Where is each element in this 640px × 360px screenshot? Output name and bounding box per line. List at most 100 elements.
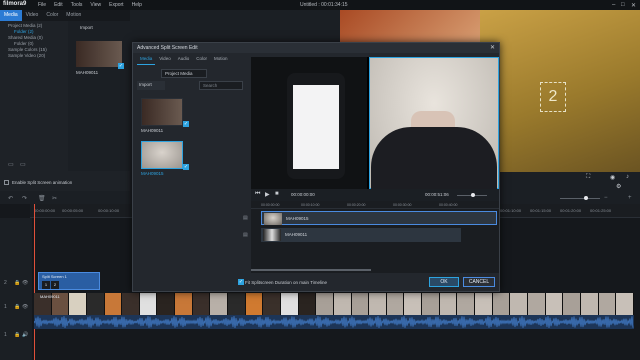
split-screen-clip[interactable]: Split Screen 1 1 2 <box>38 272 100 290</box>
split-clip-badge-2: 2 <box>51 281 59 289</box>
zoom-slider-handle[interactable] <box>584 196 588 200</box>
menu-tools[interactable]: Tools <box>71 2 83 8</box>
zoom-slider[interactable] <box>560 198 600 199</box>
import-button[interactable]: Import <box>80 25 93 30</box>
zoom-out-icon[interactable]: − <box>604 195 608 201</box>
video-frame-thumbnail <box>475 293 493 315</box>
previous-frame-icon[interactable]: ⏮ <box>255 191 260 198</box>
folder-sample-video[interactable]: Sample Video (20) <box>8 53 45 58</box>
folder-shared-media[interactable]: Shared Media (0) <box>8 35 43 40</box>
timeline-playhead[interactable] <box>34 204 35 360</box>
split-animation-checkbox[interactable] <box>4 180 9 185</box>
folder-sample-colors[interactable]: Sample Colors (15) <box>8 47 47 52</box>
dialog-track-1[interactable]: MAH09015 <box>261 211 497 225</box>
project-media-select[interactable]: Project Media <box>161 69 207 78</box>
folder-item[interactable]: Folder (2) <box>14 29 34 34</box>
delete-icon[interactable]: 🗑 <box>38 195 46 202</box>
maximize-icon[interactable]: □ <box>621 2 625 8</box>
audio-track-clip[interactable] <box>34 315 634 329</box>
advanced-split-screen-dialog: Advanced Split Screen Edit ✕ Media Video… <box>132 42 500 292</box>
eye-icon[interactable]: 👁 <box>22 280 28 286</box>
undo-icon[interactable]: ↶ <box>8 195 13 202</box>
folder-panel: Project Media (2) Folder (2) Shared Medi… <box>0 21 68 171</box>
track-headers: 2 1 1 🔒 👁 🔒 👁 🔒 🔊 <box>0 218 32 360</box>
video-frame-thumbnail <box>69 293 87 315</box>
dialog-tab-audio[interactable]: Audio <box>175 55 193 65</box>
dialog-track-label: MAH09015 <box>286 216 309 221</box>
stop-icon[interactable]: ■ <box>275 191 279 197</box>
video-frame-thumbnail <box>333 293 352 315</box>
tab-media[interactable]: Media <box>0 10 22 21</box>
dialog-tab-motion[interactable]: Motion <box>211 55 231 65</box>
person-shirt <box>371 127 497 189</box>
media-thumbnail[interactable] <box>76 41 122 67</box>
menu-file[interactable]: File <box>38 2 46 8</box>
close-icon[interactable]: ✕ <box>631 2 636 9</box>
dialog-tab-media[interactable]: Media <box>137 55 156 65</box>
volume-icon[interactable]: ♪ <box>626 174 629 180</box>
title-bar: filmora9 File Edit Tools View Export Hel… <box>0 0 640 10</box>
fit-duration-checkbox[interactable]: ✓ <box>238 279 244 285</box>
settings-icon[interactable]: ⚙ <box>616 183 621 190</box>
camera-icon[interactable]: ◉ <box>610 174 615 181</box>
folder-item[interactable]: Folder (0) <box>14 41 34 46</box>
dialog-ruler-tick: 00:00:40:00 <box>439 203 458 207</box>
audio-waveform <box>34 316 634 328</box>
lock-icon[interactable]: 🔒 <box>14 332 20 338</box>
dialog-title-bar: Advanced Split Screen Edit ✕ <box>133 43 499 53</box>
dialog-ruler-tick: 00:00:10:00 <box>301 203 320 207</box>
redo-icon[interactable]: ↷ <box>22 195 27 202</box>
lock-icon[interactable]: 🔒 <box>14 280 20 286</box>
split-clip-badge-1: 1 <box>42 281 50 289</box>
video-frame-thumbnail <box>527 293 546 315</box>
ruler-tick: 00:00:00:00 <box>34 208 56 213</box>
dialog-import-button[interactable]: Import <box>137 81 165 90</box>
menu-view[interactable]: View <box>90 2 101 8</box>
video-frame-thumbnail <box>616 293 634 315</box>
dialog-ruler-tick: 00:00:00:00 <box>261 203 280 207</box>
dialog-close-icon[interactable]: ✕ <box>490 44 495 51</box>
folder-project-media[interactable]: Project Media (2) <box>8 23 42 28</box>
minimize-icon[interactable]: – <box>612 2 615 8</box>
dialog-tab-color[interactable]: Color <box>193 55 210 65</box>
dialog-volume-handle[interactable] <box>471 193 475 197</box>
speaker-icon[interactable]: 🔊 <box>22 332 28 338</box>
menu-help[interactable]: Help <box>132 2 142 8</box>
cancel-button[interactable]: CANCEL <box>463 277 495 287</box>
dialog-search-input[interactable]: Search <box>199 81 243 90</box>
dialog-ruler-tick: 00:00:20:00 <box>347 203 366 207</box>
video-frame-thumbnail <box>457 293 476 315</box>
play-icon[interactable]: ▶ <box>265 191 270 198</box>
dialog-media-thumbnail[interactable] <box>141 98 183 126</box>
tab-motion[interactable]: Motion <box>62 10 85 21</box>
ok-button[interactable]: OK <box>429 277 459 287</box>
dialog-ruler[interactable]: 00:00:00:00 00:00:10:00 00:00:20:00 00:0… <box>251 201 499 209</box>
menu-export[interactable]: Export <box>109 2 123 8</box>
eye-icon[interactable]: 👁 <box>22 304 28 310</box>
ruler-tick: 00:00:05:00 <box>62 208 84 213</box>
video-track-clip[interactable]: MAH09011 <box>34 293 634 315</box>
tab-video[interactable]: Video <box>22 10 43 21</box>
video-frame-thumbnail <box>404 293 423 315</box>
dialog-tabs: Media Video Audio Color Motion <box>133 55 249 65</box>
menu-edit[interactable]: Edit <box>54 2 63 8</box>
video-frame-thumbnail <box>157 293 176 315</box>
dialog-media-thumbnail[interactable] <box>141 141 183 169</box>
fullscreen-icon[interactable]: ⛶ <box>586 174 590 181</box>
split-number-badge: 2 <box>540 82 566 112</box>
checkmark-icon: ✓ <box>183 164 189 170</box>
dialog-tab-video[interactable]: Video <box>156 55 173 65</box>
dialog-track-2[interactable]: MAH09011 <box>261 228 461 242</box>
zoom-in-icon[interactable]: + <box>628 195 632 201</box>
tab-color[interactable]: Color <box>42 10 62 21</box>
cut-icon[interactable]: ✂ <box>52 195 57 202</box>
video-frame-thumbnail <box>369 293 387 315</box>
folder-icon[interactable]: ▭ <box>20 161 26 168</box>
video-frame-thumbnail <box>228 293 246 315</box>
track-video-1-label: 1 <box>4 304 7 310</box>
dialog-timeline-scrollbar[interactable] <box>251 269 371 271</box>
track-video-2-label: 2 <box>4 280 7 286</box>
lock-icon[interactable]: 🔒 <box>14 304 20 310</box>
folder-add-icon[interactable]: ▭ <box>8 161 14 168</box>
dialog-title: Advanced Split Screen Edit <box>137 45 198 51</box>
